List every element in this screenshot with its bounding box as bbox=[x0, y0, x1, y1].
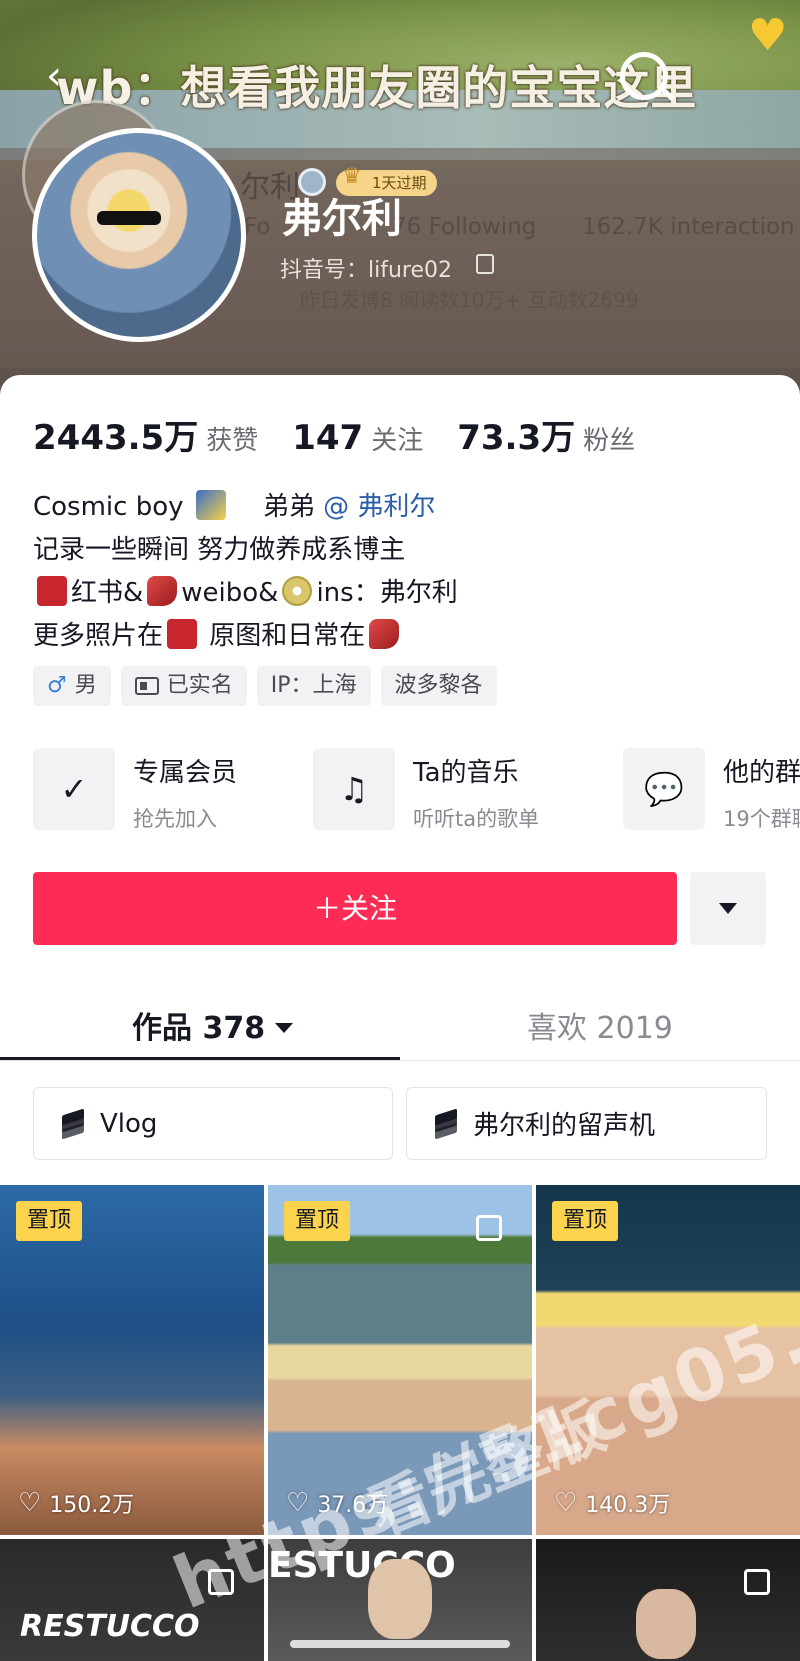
feature-title: 专属会员 bbox=[133, 758, 238, 788]
gender-label: 男 bbox=[74, 673, 97, 698]
verified-label: 已实名 bbox=[166, 673, 233, 698]
bio-text: 红书& bbox=[71, 578, 144, 608]
pinned-badge: 置顶 bbox=[16, 1201, 82, 1241]
stack-icon bbox=[433, 1107, 461, 1140]
multi-image-icon bbox=[476, 1215, 502, 1241]
collection-label: 弗尔利的留声机 bbox=[473, 1111, 656, 1141]
multi-image-icon bbox=[744, 1569, 770, 1595]
tab-divider bbox=[0, 1060, 800, 1061]
search-icon[interactable] bbox=[620, 52, 668, 100]
feature-groups[interactable]: 💬 他的群 19个群聊 bbox=[623, 748, 800, 830]
mention-link[interactable]: @ 弗利尔 bbox=[323, 492, 435, 522]
tab-works-label: 作品 378 bbox=[132, 1011, 266, 1046]
video-thumbnail[interactable] bbox=[536, 1539, 800, 1661]
verified-tag: 已实名 bbox=[120, 666, 247, 706]
ghost-interaction: 162.7K interaction bbox=[582, 214, 795, 240]
feature-subtitle: 听听ta的歌单 bbox=[413, 807, 540, 830]
content-tabs: 作品 378 喜欢 2019 bbox=[0, 985, 800, 1063]
thumbnail-face bbox=[368, 1559, 432, 1639]
thumbnail-face bbox=[636, 1589, 696, 1659]
collection-vlog[interactable]: Vlog bbox=[33, 1087, 393, 1160]
bio-line-3: 红书& weibo& ins：弗尔利 bbox=[33, 572, 458, 615]
male-icon: ♂ bbox=[47, 673, 67, 698]
caret-down-icon bbox=[275, 1023, 294, 1033]
heart-outline-icon: ♡ bbox=[18, 1488, 42, 1518]
feature-title: 他的群 bbox=[723, 758, 800, 788]
douyin-id: 抖音号：lifure02 bbox=[280, 258, 453, 283]
disc-emoji-icon bbox=[282, 576, 313, 606]
ghost-followers: Fo bbox=[244, 214, 271, 240]
likes-label: 获赞 bbox=[206, 426, 259, 456]
feature-row: ✓ 专属会员抢先加入 ♫ Ta的音乐听听ta的歌单 💬 他的群 19个群聊 bbox=[33, 748, 800, 830]
bio-text: 原图和日常在 bbox=[209, 621, 366, 651]
back-icon[interactable]: ‹ bbox=[46, 48, 86, 104]
star-emoji-icon bbox=[195, 490, 226, 520]
v-icon: ✓ bbox=[33, 748, 115, 830]
more-dropdown-button[interactable] bbox=[690, 872, 766, 945]
stack-icon bbox=[60, 1107, 88, 1140]
followers-label: 粉丝 bbox=[583, 426, 636, 456]
tab-likes[interactable]: 喜欢 2019 bbox=[527, 1003, 673, 1047]
bio-line-1: Cosmic boy 弟弟 @ 弗利尔 bbox=[33, 486, 458, 529]
feature-subtitle: 19个群聊 bbox=[723, 807, 800, 830]
id-card-icon bbox=[134, 677, 159, 695]
follow-button[interactable]: ＋关注 bbox=[33, 872, 677, 945]
scarf-emoji-icon bbox=[147, 576, 178, 606]
red-book-emoji-icon bbox=[167, 619, 198, 649]
profile-tags: ♂ 男 已实名 IP：上海 波多黎各 bbox=[33, 666, 497, 706]
video-likes: ♡ 140.3万 bbox=[554, 1487, 670, 1519]
bio-text: Cosmic boy bbox=[33, 492, 184, 522]
following-count[interactable]: 147 bbox=[292, 418, 363, 458]
tab-works[interactable]: 作品 378 bbox=[132, 1003, 294, 1047]
avatar[interactable] bbox=[32, 128, 246, 342]
feature-membership[interactable]: ✓ 专属会员抢先加入 bbox=[33, 748, 237, 830]
feature-music[interactable]: ♫ Ta的音乐听听ta的歌单 bbox=[313, 748, 539, 830]
ghost-following: 76 Following bbox=[392, 214, 537, 240]
chat-icon: 💬 bbox=[623, 748, 705, 830]
video-likes-count: 150.2万 bbox=[49, 1493, 135, 1518]
heart-decoration-icon: ♥ bbox=[748, 10, 788, 61]
bio-text: 弟弟 bbox=[262, 492, 315, 522]
feature-subtitle: 抢先加入 bbox=[133, 807, 217, 830]
following-label: 关注 bbox=[371, 426, 424, 456]
banner-text: wb：想看我朋友圈的宝宝这里 bbox=[56, 61, 698, 115]
video-likes: ♡ 150.2万 bbox=[18, 1487, 134, 1519]
stats-row: 2443.5万 获赞 147 关注 73.3万 粉丝 bbox=[33, 410, 669, 459]
bio: Cosmic boy 弟弟 @ 弗利尔 记录一些瞬间 努力做养成系博主 红书& w… bbox=[33, 486, 458, 658]
followers-count[interactable]: 73.3万 bbox=[457, 410, 575, 459]
nickname: 弗尔利 bbox=[282, 196, 402, 242]
profile-page: wb：想看我朋友圈的宝宝这里 ‹ ♥ 尔利 ♛ 1天过期 Fo 76 Follow… bbox=[0, 0, 800, 1661]
copy-icon[interactable] bbox=[476, 254, 494, 274]
gender-tag: ♂ 男 bbox=[33, 666, 111, 706]
bio-line-4: 更多照片在 原图和日常在 bbox=[33, 615, 458, 658]
video-likes-count: 140.3万 bbox=[585, 1493, 671, 1518]
heart-outline-icon: ♡ bbox=[554, 1488, 578, 1518]
scarf-emoji-icon bbox=[369, 619, 400, 649]
thumbnail-brand-text: RESTUCCO bbox=[20, 1609, 200, 1644]
bio-line-2: 记录一些瞬间 努力做养成系博主 bbox=[33, 535, 406, 565]
video-thumbnail[interactable]: 置顶 ♡ 150.2万 bbox=[0, 1185, 264, 1535]
ip-tag: IP：上海 bbox=[256, 666, 371, 706]
pinned-badge: 置顶 bbox=[552, 1201, 618, 1241]
likes-count[interactable]: 2443.5万 bbox=[33, 410, 198, 459]
red-book-emoji-icon bbox=[37, 576, 67, 606]
collection-label: Vlog bbox=[100, 1108, 158, 1139]
bio-text: weibo& bbox=[181, 578, 279, 608]
collection-gramophone[interactable]: 弗尔利的留声机 bbox=[406, 1087, 767, 1160]
pinned-badge: 置顶 bbox=[284, 1201, 350, 1241]
location-tag[interactable]: 波多黎各 bbox=[380, 666, 497, 706]
bio-text: ins：弗尔利 bbox=[316, 578, 458, 608]
feature-title: Ta的音乐 bbox=[413, 758, 519, 788]
home-indicator[interactable] bbox=[290, 1640, 510, 1648]
bio-text: 更多照片在 bbox=[33, 621, 164, 651]
music-note-icon: ♫ bbox=[313, 748, 395, 830]
ghost-weibo-line: 昨日发博8 阅读数10万+ 互动数2699 bbox=[300, 288, 639, 312]
